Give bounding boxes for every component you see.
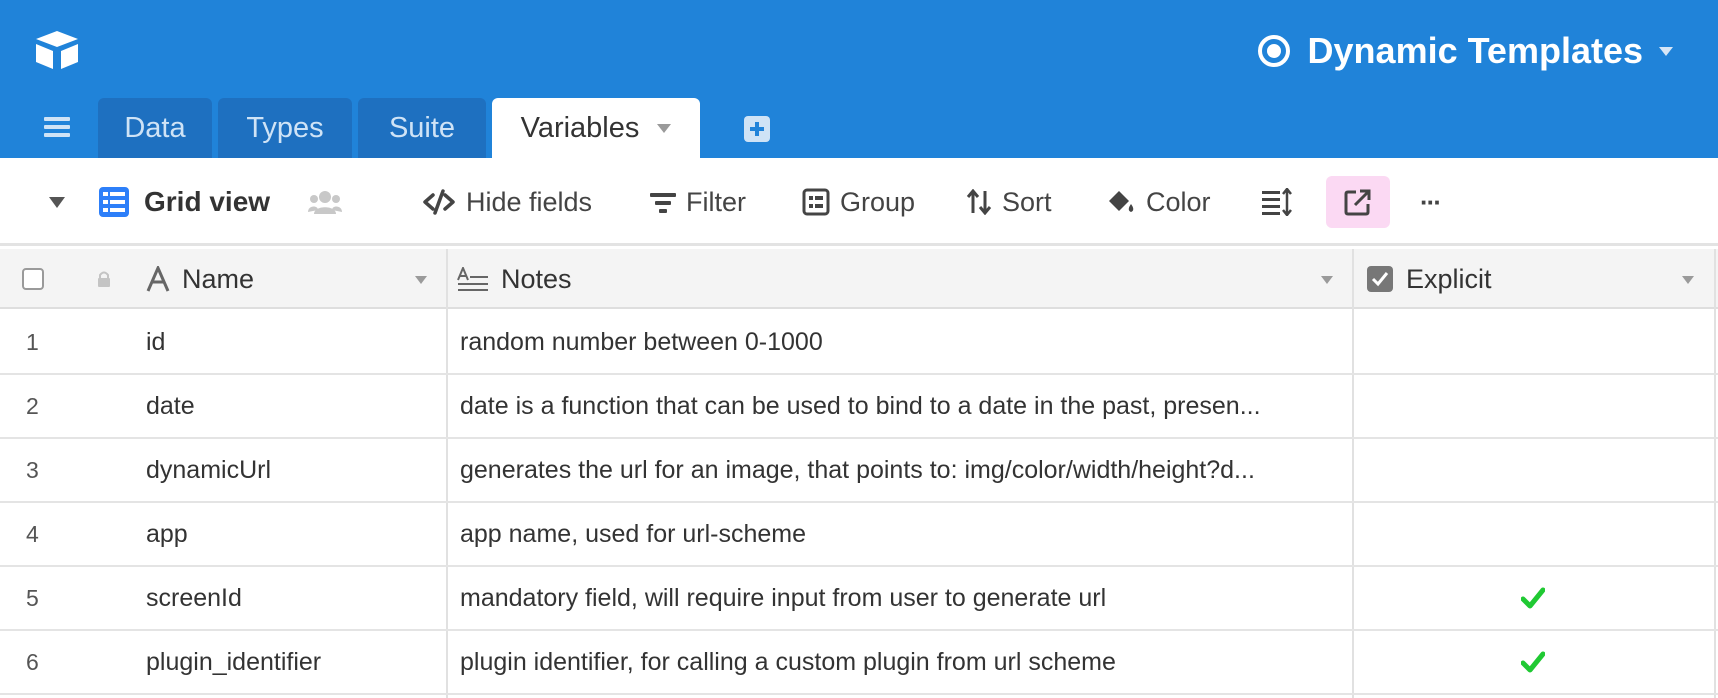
tab-label: Variables	[520, 111, 640, 144]
chevron-down-icon[interactable]	[1682, 276, 1694, 284]
chevron-down-icon[interactable]	[657, 123, 672, 133]
tab-data[interactable]: Data	[98, 98, 212, 158]
logo-icon[interactable]	[32, 28, 82, 72]
cell-notes[interactable]: random number between 0-1000	[460, 311, 1340, 373]
tab-variables[interactable]: Variables	[492, 98, 700, 158]
more-button[interactable]: ···	[1420, 158, 1442, 246]
cell-notes[interactable]: date is a function that can be used to b…	[460, 375, 1340, 437]
grid-view-icon	[99, 187, 129, 217]
cell-name[interactable]: dynamicUrl	[146, 439, 271, 501]
group-icon	[802, 188, 830, 216]
filter-icon	[650, 193, 676, 213]
table-row[interactable]: 4 app app name, used for url-scheme	[0, 503, 1718, 567]
table-row[interactable]: 3 dynamicUrl generates the url for an im…	[0, 439, 1718, 503]
tab-suite[interactable]: Suite	[358, 98, 486, 158]
tab-label: Suite	[388, 111, 456, 144]
row-number: 6	[26, 649, 39, 675]
color-button[interactable]: Color	[1106, 158, 1211, 246]
checkmark-icon[interactable]	[1521, 651, 1545, 673]
group-button[interactable]: Group	[802, 158, 915, 246]
long-text-icon	[457, 267, 488, 291]
cell-notes[interactable]: app name, used for url-scheme	[460, 503, 1340, 565]
view-name: Grid view	[144, 186, 271, 217]
color-label: Color	[1146, 186, 1211, 217]
row-number: 3	[26, 457, 39, 483]
filter-button[interactable]: Filter	[650, 158, 746, 246]
base-icon	[1257, 35, 1290, 67]
checkbox-field-icon	[1367, 266, 1393, 292]
share-icon	[1344, 189, 1371, 216]
tab-types[interactable]: Types	[218, 98, 352, 158]
chevron-down-icon[interactable]	[1321, 276, 1333, 284]
table-row[interactable]: 1 id random number between 0-1000	[0, 311, 1718, 375]
text-field-icon	[146, 266, 170, 292]
add-tab-icon[interactable]	[744, 116, 770, 142]
checkmark-icon[interactable]	[1521, 587, 1545, 609]
table-row[interactable]: 5 screenId mandatory field, will require…	[0, 567, 1718, 631]
sort-icon	[966, 189, 992, 215]
cell-notes[interactable]: generates the url for an image, that poi…	[460, 439, 1340, 501]
table-row[interactable]: 6 plugin_identifier plugin identifier, f…	[0, 631, 1718, 695]
row-number: 1	[26, 329, 39, 355]
row-number: 2	[26, 393, 39, 419]
cell-name[interactable]: app	[146, 503, 188, 565]
cell-notes[interactable]: mandatory field, will require input from…	[460, 567, 1340, 629]
select-all-checkbox[interactable]	[22, 249, 44, 309]
cell-notes[interactable]: plugin identifier, for calling a custom …	[460, 631, 1340, 693]
chevron-down-icon[interactable]	[415, 276, 427, 284]
more-icon: ···	[1420, 186, 1442, 217]
menu-icon[interactable]	[44, 117, 70, 137]
hide-fields-button[interactable]: Hide fields	[422, 158, 592, 246]
column-header-explicit[interactable]: Explicit	[1366, 249, 1492, 309]
row-height-icon	[1262, 188, 1292, 216]
chevron-down-icon	[1659, 46, 1673, 56]
cell-name[interactable]: plugin_identifier	[146, 631, 321, 693]
column-label: Notes	[501, 263, 572, 294]
hide-fields-label: Hide fields	[466, 186, 593, 217]
row-number: 4	[26, 521, 39, 547]
sort-label: Sort	[1002, 186, 1052, 217]
column-header-notes[interactable]: Notes	[457, 249, 572, 309]
table-row[interactable]: 2 date date is a function that can be us…	[0, 375, 1718, 439]
row-number: 5	[26, 585, 39, 611]
lock-icon	[96, 249, 112, 309]
column-header-name[interactable]: Name	[146, 249, 254, 309]
group-label: Group	[840, 186, 916, 217]
collaborators-icon[interactable]	[308, 158, 342, 246]
grid-header: Name Notes Explicit	[0, 249, 1718, 309]
row-height-button[interactable]	[1262, 158, 1294, 246]
tab-label: Data	[124, 111, 186, 144]
tab-label: Types	[246, 111, 324, 144]
collapse-icon[interactable]	[48, 158, 66, 246]
hide-fields-icon	[423, 189, 455, 215]
sort-button[interactable]: Sort	[966, 158, 1052, 246]
share-view-button[interactable]	[1326, 176, 1390, 228]
base-title: Dynamic Templates	[1307, 30, 1643, 71]
view-switcher[interactable]: Grid view	[98, 158, 270, 246]
cell-name[interactable]: id	[146, 311, 165, 373]
column-label: Explicit	[1406, 263, 1492, 294]
cell-name[interactable]: screenId	[146, 567, 242, 629]
table-tabs: Data Types Suite Variables	[98, 98, 706, 158]
filter-label: Filter	[686, 186, 746, 217]
column-label: Name	[182, 263, 255, 294]
cell-name[interactable]: date	[146, 375, 195, 437]
view-toolbar: Grid view Hide fields Filter Group Sort …	[0, 158, 1718, 246]
app-header: Dynamic Templates Data Types Suite Varia…	[0, 0, 1718, 158]
base-name-dropdown[interactable]: Dynamic Templates	[1257, 28, 1673, 74]
paint-bucket-icon	[1109, 191, 1134, 212]
